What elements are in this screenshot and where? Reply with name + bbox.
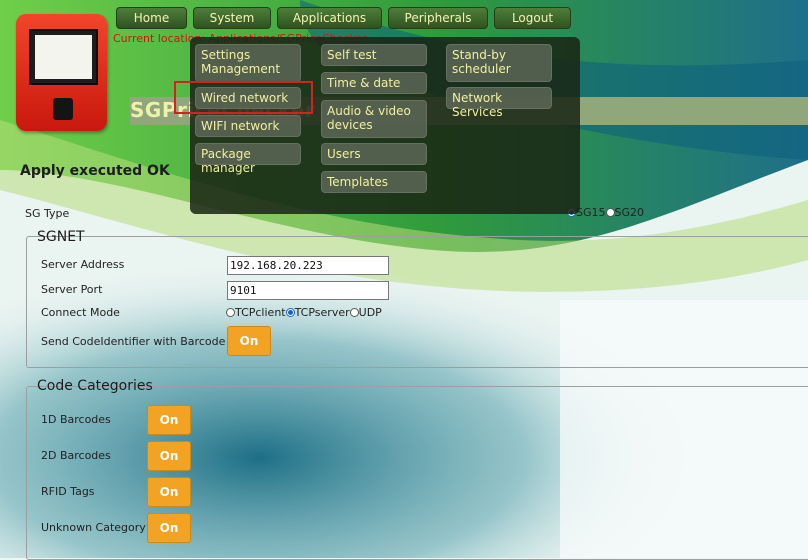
- device-logo-image: [16, 14, 107, 131]
- code-rfid-tags-toggle[interactable]: On: [147, 477, 191, 507]
- tcpclient-label: TCPclient: [235, 306, 286, 319]
- status-message: Apply executed OK: [20, 163, 170, 179]
- sgnet-legend: SGNET: [37, 229, 85, 245]
- tcpserver-label: TCPserver: [294, 306, 350, 319]
- code-1d-barcodes-toggle[interactable]: On: [147, 405, 191, 435]
- send-code-identifier-toggle[interactable]: On: [227, 326, 271, 356]
- device-scanner: [53, 98, 73, 120]
- code-categories-legend: Code Categories: [37, 378, 153, 394]
- menu-item-network-services[interactable]: Network Services: [446, 87, 552, 119]
- system-dropdown-menu: Settings Management Wired network WIFI ne…: [190, 37, 580, 214]
- connect-mode-radio-group: TCPclient TCPserver UDP: [226, 306, 382, 319]
- menu-item-wifi-network[interactable]: WIFI network: [195, 115, 301, 137]
- device-screen: [29, 29, 98, 85]
- menu-item-audio-video-devices[interactable]: Audio & video devices: [321, 100, 427, 138]
- sg20-label: SG20: [614, 206, 645, 219]
- server-address-input[interactable]: 192.168.20.223: [227, 256, 389, 275]
- code-rfid-tags-label: RFID Tags: [41, 485, 95, 498]
- send-code-identifier-label: Send CodeIdentifier with Barcode: [41, 335, 226, 348]
- nav-logout-button[interactable]: Logout: [494, 7, 571, 29]
- sg20-radio[interactable]: [605, 208, 615, 217]
- server-port-label: Server Port: [41, 283, 103, 296]
- udp-label: UDP: [358, 306, 382, 319]
- menu-item-self-test[interactable]: Self test: [321, 44, 427, 66]
- nav-home-button[interactable]: Home: [116, 7, 187, 29]
- menu-item-templates[interactable]: Templates: [321, 171, 427, 193]
- nav-applications-button[interactable]: Applications: [277, 7, 382, 29]
- sg-type-label: SG Type: [25, 207, 70, 220]
- udp-radio[interactable]: [349, 308, 359, 317]
- code-1d-barcodes-label: 1D Barcodes: [41, 413, 111, 426]
- server-port-input[interactable]: 9101: [227, 281, 389, 300]
- code-2d-barcodes-label: 2D Barcodes: [41, 449, 111, 462]
- code-2d-barcodes-toggle[interactable]: On: [147, 441, 191, 471]
- sg15-label: SG15: [576, 206, 606, 219]
- menu-item-standby-scheduler[interactable]: Stand-by scheduler: [446, 44, 552, 82]
- code-unknown-category-label: Unknown Category: [41, 521, 146, 534]
- menu-item-users[interactable]: Users: [321, 143, 427, 165]
- menu-item-time-date[interactable]: Time & date: [321, 72, 427, 94]
- connect-mode-label: Connect Mode: [41, 306, 120, 319]
- code-unknown-category-toggle[interactable]: On: [147, 513, 191, 543]
- menu-item-package-manager[interactable]: Package manager: [195, 143, 301, 175]
- menu-item-settings-management[interactable]: Settings Management: [195, 44, 301, 82]
- server-address-label: Server Address: [41, 258, 125, 271]
- nav-system-button[interactable]: System: [193, 7, 271, 29]
- highlight-wired-network: [174, 81, 313, 114]
- nav-peripherals-button[interactable]: Peripherals: [388, 7, 488, 29]
- tcpclient-radio[interactable]: [226, 308, 235, 317]
- tcpserver-radio[interactable]: [285, 308, 295, 317]
- sgnet-fieldset: [26, 236, 808, 368]
